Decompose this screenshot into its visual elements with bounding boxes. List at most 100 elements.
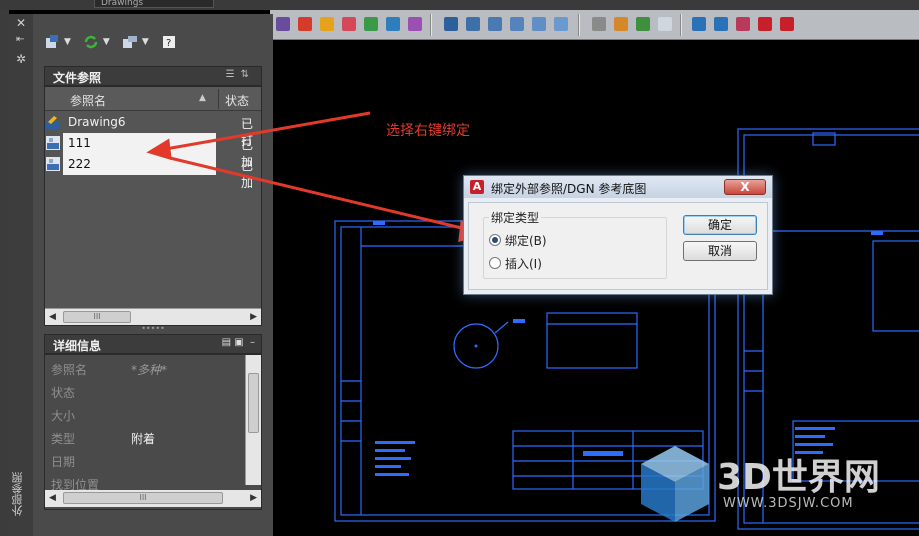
watermark-text: 3D世界网 — [717, 457, 880, 498]
column-header-status[interactable]: 状态 — [225, 92, 249, 109]
bind-type-label: 绑定类型 — [489, 209, 542, 226]
scrollbar-thumb[interactable]: III — [63, 492, 223, 504]
circle-style-icon[interactable] — [340, 14, 358, 34]
text-style-icon[interactable] — [274, 14, 292, 34]
file-references-title: 文件参照 — [53, 71, 102, 85]
sort-ascending-icon: ▲ — [199, 93, 206, 103]
svg-text:?: ? — [166, 38, 171, 49]
bind-radio-label: 绑定(B) — [505, 233, 547, 248]
dwg-ref-icon — [46, 157, 60, 171]
scroll-left-icon[interactable]: ◀ — [49, 312, 56, 322]
drawing-tab[interactable]: Drawings — [94, 0, 214, 8]
dialog-body: 绑定类型 绑定(B) 插入(I) 确定 取消 — [468, 202, 768, 290]
details-panel: 参照名 *多种* 状态 大小 类型 附着 日期 找到位置 ◀ III ▶ — [44, 354, 262, 510]
attach-dwg-icon[interactable] — [44, 34, 60, 50]
main-toolbar — [270, 10, 919, 40]
window-icon[interactable] — [690, 14, 708, 34]
palette-title: 外部参照 — [11, 472, 24, 516]
list-item[interactable]: 111 已加 — [45, 133, 261, 169]
property-key: 日期 — [51, 455, 76, 469]
radio-unchecked-icon — [489, 257, 501, 269]
insert-radio[interactable]: 插入(I) — [489, 254, 542, 272]
list-view-icon[interactable]: ☰⇅ — [226, 69, 255, 80]
dimension-icon[interactable] — [634, 14, 652, 34]
scrollbar-thumb[interactable]: III — [63, 311, 131, 323]
line-icon[interactable] — [590, 14, 608, 34]
list-item-status: 已加 — [241, 159, 254, 190]
cube-logo-icon — [641, 446, 709, 522]
property-value[interactable]: *多种* — [131, 361, 167, 378]
close-icon[interactable]: ✕ — [16, 16, 26, 30]
palette-strip: ✕ ⇤ ✲ — [9, 14, 33, 536]
column-header-name[interactable]: 参照名 — [70, 92, 106, 109]
horizontal-scrollbar[interactable]: ◀ III ▶ — [45, 308, 261, 325]
stretch-icon[interactable] — [486, 14, 504, 34]
file-references-header: 文件参照 ☰⇅ — [44, 66, 262, 86]
arrows-icon[interactable] — [464, 14, 482, 34]
help-icon[interactable]: ? — [161, 34, 177, 50]
leaf-icon[interactable] — [362, 14, 380, 34]
change-path-icon[interactable] — [122, 34, 138, 50]
toolbar-separator — [578, 14, 580, 36]
file-references-list: 参照名 ▲ 状态 Drawing6 已打 111 已加 222 已加 ◀ III… — [44, 86, 262, 326]
radio-checked-icon — [489, 234, 501, 246]
watermark-url: WWW.3DSJW.COM — [723, 496, 854, 511]
property-row: 大小 — [51, 403, 241, 425]
frame-icon[interactable] — [778, 14, 796, 34]
select-icon[interactable] — [656, 14, 674, 34]
property-row: 参照名 *多种* — [51, 357, 241, 379]
autocad-logo-icon: A — [470, 180, 484, 194]
watermark: 3D世界网 WWW.3DSJW.COM — [637, 440, 917, 530]
details-title: 详细信息 — [53, 339, 102, 353]
scale-icon[interactable] — [508, 14, 526, 34]
horizontal-scrollbar[interactable]: ◀ III ▶ — [45, 490, 261, 507]
fillet-icon[interactable] — [552, 14, 570, 34]
bind-radio[interactable]: 绑定(B) — [489, 231, 547, 249]
bind-xref-dialog: A 绑定外部参照/DGN 参考底图 X 绑定类型 绑定(B) 插入(I) 确定 … — [463, 175, 773, 295]
toolbar-separator — [680, 14, 682, 36]
scroll-left-icon[interactable]: ◀ — [49, 493, 56, 503]
block-icon[interactable] — [756, 14, 774, 34]
chamfer-icon[interactable] — [530, 14, 548, 34]
rotate-icon[interactable] — [442, 14, 460, 34]
chevron-down-icon[interactable]: ▼ — [64, 37, 71, 47]
details-view-icon[interactable]: ▤ ▣ – — [222, 337, 255, 348]
coord-icon[interactable] — [318, 14, 336, 34]
property-row: 日期 — [51, 449, 241, 471]
vertical-scrollbar[interactable] — [245, 355, 261, 485]
list-item[interactable]: 222 已加 — [45, 154, 261, 190]
property-key: 状态 — [51, 386, 76, 400]
property-row: 状态 — [51, 380, 241, 402]
insert-radio-label: 插入(I) — [505, 256, 542, 271]
chevron-down-icon[interactable]: ▼ — [103, 37, 110, 47]
property-value: 附着 — [131, 432, 156, 446]
list-item-name: 111 — [68, 136, 91, 150]
column-icon[interactable] — [734, 14, 752, 34]
scrollbar-thumb[interactable] — [248, 373, 259, 433]
ok-button[interactable]: 确定 — [683, 215, 757, 235]
autohide-icon[interactable]: ⇤ — [16, 34, 24, 45]
dwg-master-icon — [46, 116, 60, 129]
property-key: 类型 — [51, 432, 76, 446]
close-button[interactable]: X — [724, 179, 766, 195]
list-item[interactable]: Drawing6 已打 — [45, 112, 261, 148]
scroll-right-icon[interactable]: ▶ — [250, 493, 257, 503]
dialog-title: 绑定外部参照/DGN 参考底图 — [491, 182, 647, 196]
dwg-ref-icon — [46, 136, 60, 150]
crosshair-icon[interactable] — [296, 14, 314, 34]
chevron-down-icon[interactable]: ▼ — [142, 37, 149, 47]
cancel-button[interactable]: 取消 — [683, 241, 757, 261]
list-item-name: Drawing6 — [68, 115, 126, 129]
dialog-titlebar[interactable]: A 绑定外部参照/DGN 参考底图 X — [464, 176, 772, 198]
panel-splitter[interactable]: ••••• — [44, 325, 262, 334]
monitor-icon[interactable] — [384, 14, 402, 34]
scroll-right-icon[interactable]: ▶ — [250, 312, 257, 322]
table-icon[interactable] — [406, 14, 424, 34]
list-column-headers: 参照名 ▲ 状态 — [45, 87, 261, 111]
layout-icon[interactable] — [712, 14, 730, 34]
properties-icon[interactable]: ✲ — [16, 52, 26, 66]
details-header: 详细信息 ▤ ▣ – — [44, 334, 262, 354]
brush-icon[interactable] — [612, 14, 630, 34]
column-divider[interactable] — [218, 89, 219, 109]
refresh-icon[interactable] — [83, 34, 99, 50]
